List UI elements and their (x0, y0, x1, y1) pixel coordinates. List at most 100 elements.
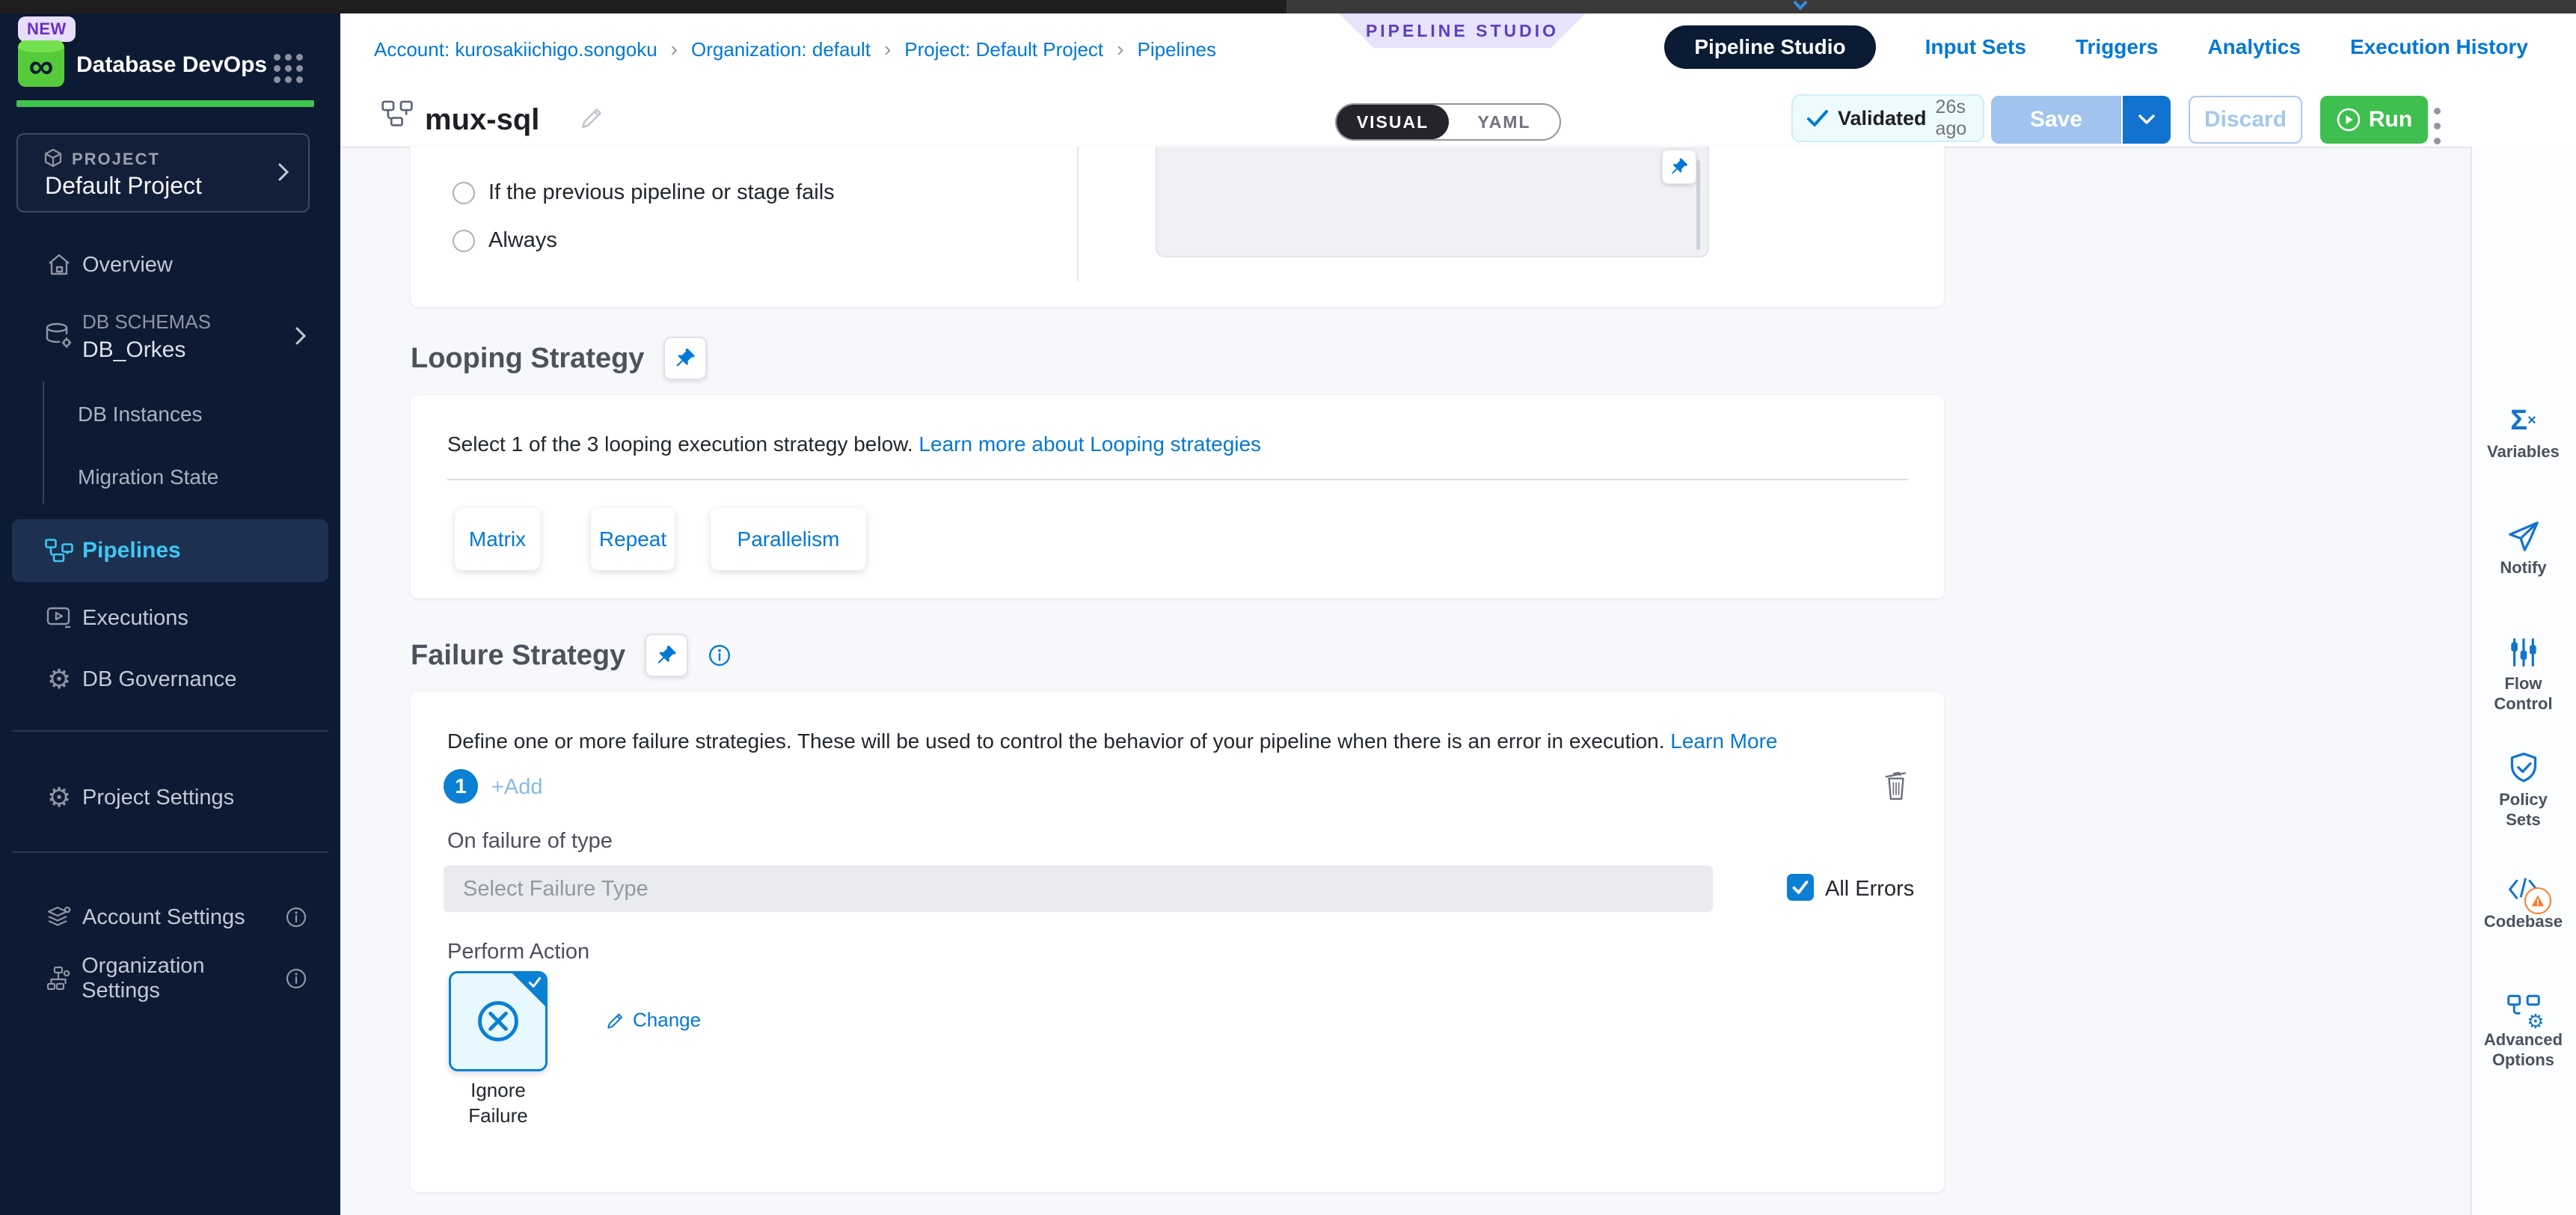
failure-strategy-card (411, 692, 1944, 1192)
toggle-visual[interactable]: VISUAL (1337, 105, 1449, 139)
radio-icon[interactable] (453, 182, 475, 204)
pencil-icon (606, 1011, 625, 1030)
breadcrumb-pipelines[interactable]: Pipelines (1137, 38, 1216, 61)
sidebar-divider (12, 851, 328, 853)
subnav-guide-line (43, 382, 44, 504)
project-selector[interactable]: PROJECT Default Project (16, 133, 310, 212)
visual-yaml-toggle: VISUAL YAML (1335, 103, 1561, 141)
save-dropdown-button[interactable] (2123, 96, 2171, 144)
sidebar-divider (12, 730, 328, 732)
edit-pipeline-name-icon[interactable] (580, 105, 605, 130)
strategy-index-badge[interactable]: 1 (444, 769, 478, 804)
delete-strategy-icon[interactable] (1882, 769, 1910, 802)
sidebar-item-db-instances[interactable]: DB Instances (78, 403, 203, 426)
radio-option-always[interactable]: Always (453, 228, 557, 253)
failure-learn-more-link[interactable]: Learn More (1670, 729, 1777, 753)
rail-item-notify[interactable]: Notify (2471, 520, 2576, 578)
project-name: Default Project (45, 172, 202, 200)
discard-button[interactable]: Discard (2189, 96, 2302, 144)
sidebar-item-db-governance[interactable]: ⚙ DB Governance (0, 655, 340, 703)
rail-item-flow-control[interactable]: FlowControl (2471, 636, 2576, 714)
condition-editor-panel[interactable] (1156, 147, 1709, 257)
top-strip-right (1287, 0, 2576, 13)
rail-item-advanced-options[interactable]: ⚙ AdvancedOptions (2471, 992, 2576, 1070)
panel-scrollbar[interactable] (1696, 160, 1700, 250)
failure-description: Define one or more failure strategies. T… (447, 729, 1883, 753)
radio-option-previous-fails[interactable]: If the previous pipeline or stage fails (453, 180, 835, 205)
sidebar-item-overview[interactable]: Overview (0, 241, 340, 289)
pipelines-icon (42, 539, 76, 563)
org-hierarchy-gear-icon (42, 966, 76, 991)
parallelism-strategy-button[interactable]: Parallelism (711, 508, 866, 570)
breadcrumb-account[interactable]: Account: kurosakiichigo.songoku (374, 38, 657, 61)
tab-analytics[interactable]: Analytics (2207, 35, 2301, 59)
new-badge: NEW (18, 16, 76, 42)
flow-control-sliders-icon (2508, 636, 2539, 669)
sidebar: NEW ∞ Database DevOps PROJECT Default Pr… (0, 13, 340, 1215)
database-gear-icon (42, 322, 76, 350)
pin-button[interactable] (645, 634, 688, 677)
add-failure-strategy-button[interactable]: +Add (491, 775, 543, 800)
card-divider (447, 479, 1907, 480)
db-schemas-value: DB_Orkes (82, 336, 211, 364)
rail-item-policy-sets[interactable]: PolicySets (2471, 752, 2576, 830)
check-icon (1806, 108, 1829, 128)
tab-pipeline-studio[interactable]: Pipeline Studio (1664, 25, 1875, 69)
pin-button[interactable] (663, 337, 707, 380)
rail-item-codebase[interactable]: Codebase (2471, 874, 2576, 931)
module-grid-icon[interactable] (274, 54, 303, 83)
radio-icon[interactable] (453, 230, 475, 252)
rail-item-variables[interactable]: Σ× Variables (2471, 404, 2576, 462)
card-vertical-divider (1077, 147, 1079, 281)
sidebar-green-accent (16, 100, 314, 107)
sidebar-item-executions[interactable]: Executions (0, 594, 340, 642)
codebase-warning-icon (2524, 887, 2551, 914)
sidebar-item-project-settings[interactable]: ⚙ Project Settings (0, 774, 340, 821)
repeat-strategy-button[interactable]: Repeat (591, 508, 675, 570)
pipeline-studio-page: NEW ∞ Database DevOps PROJECT Default Pr… (0, 0, 2576, 1215)
looping-description: Select 1 of the 3 looping execution stra… (447, 432, 1261, 456)
policy-shield-icon (2508, 752, 2539, 785)
database-devops-logo-icon[interactable]: ∞ (18, 40, 64, 87)
on-failure-label: On failure of type (447, 829, 613, 854)
advanced-options-icon: ⚙ (2507, 992, 2540, 1025)
pipeline-graph-icon (381, 100, 413, 127)
breadcrumb-project[interactable]: Project: Default Project (904, 38, 1103, 61)
toggle-yaml[interactable]: YAML (1449, 105, 1560, 139)
sidebar-item-pipelines[interactable]: Pipelines (12, 519, 328, 582)
home-icon (42, 253, 76, 277)
failure-info-icon[interactable] (708, 643, 732, 667)
sidebar-item-migration-state[interactable]: Migration State (78, 465, 218, 489)
pipeline-studio-ribbon: PIPELINE STUDIO (1339, 13, 1586, 48)
pin-button[interactable] (1662, 150, 1696, 184)
all-errors-checkbox[interactable] (1787, 874, 1814, 901)
breadcrumb-organization[interactable]: Organization: default (691, 38, 871, 61)
variables-icon: Σ× (2510, 404, 2536, 437)
change-action-link[interactable]: Change (606, 1009, 701, 1032)
top-strip-chevron-icon (1792, 0, 1809, 12)
tab-triggers[interactable]: Triggers (2076, 35, 2158, 59)
perform-action-label: Perform Action (447, 940, 589, 964)
failure-type-select[interactable] (444, 866, 1713, 912)
layers-gear-icon (42, 905, 76, 930)
matrix-strategy-button[interactable]: Matrix (455, 508, 540, 570)
ignore-failure-action-card[interactable] (449, 971, 548, 1071)
failure-strategy-heading: Failure Strategy (411, 640, 625, 672)
sidebar-item-organization-settings[interactable]: Organization Settings (0, 955, 340, 1003)
db-schemas-label: DB SCHEMAS (82, 307, 211, 336)
chevron-right-icon (277, 162, 290, 183)
all-errors-label: All Errors (1825, 877, 1914, 902)
tab-input-sets[interactable]: Input Sets (1925, 35, 2026, 59)
info-icon[interactable] (285, 906, 307, 928)
looping-learn-more-link[interactable]: Learn more about Looping strategies (919, 432, 1261, 456)
sidebar-item-account-settings[interactable]: Account Settings (0, 893, 340, 941)
more-options-menu[interactable] (2429, 103, 2445, 149)
tab-execution-history[interactable]: Execution History (2350, 35, 2528, 59)
check-icon (528, 976, 542, 988)
save-button[interactable]: Save (1991, 96, 2121, 144)
sidebar-item-db-schemas[interactable]: DB SCHEMAS DB_Orkes (0, 301, 340, 371)
validated-badge[interactable]: Validated 26s ago (1791, 94, 1984, 142)
run-button[interactable]: Run (2320, 96, 2428, 144)
info-icon[interactable] (285, 967, 307, 990)
ignore-failure-label: Ignore Failure (449, 1077, 548, 1128)
